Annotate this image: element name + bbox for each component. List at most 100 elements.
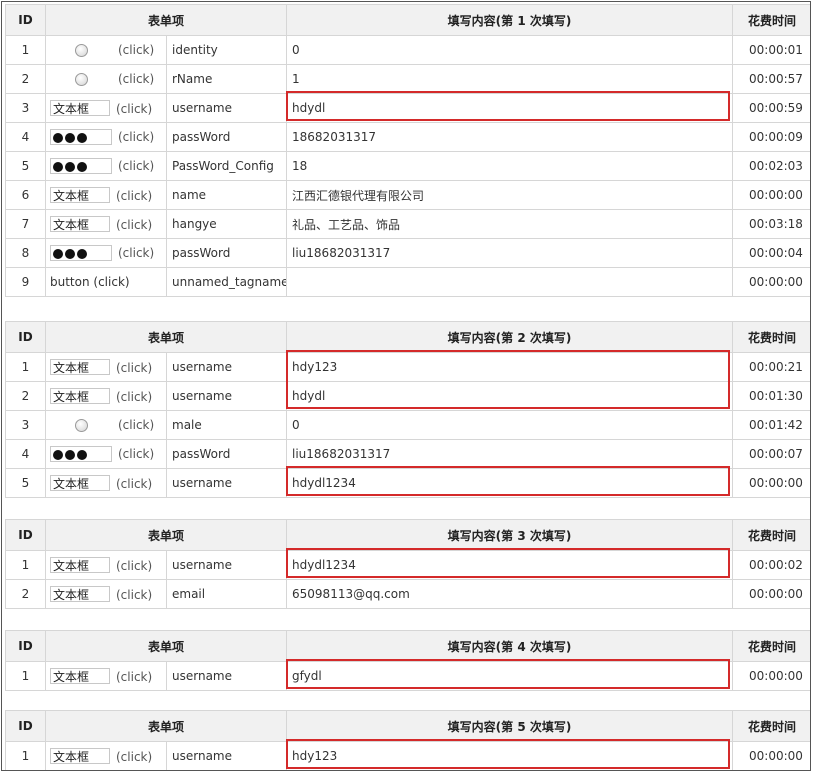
control-cell: 文本框 (click) [45, 209, 167, 239]
table-header-row: ID 表单项 填写内容(第 3 次填写) 花费时间 [5, 519, 810, 551]
fill-value: liu18682031317 [286, 238, 734, 268]
control-cell: 文本框 (click) [45, 93, 167, 123]
table-row: 2 文本框 (click) email 65098113@qq.com 00:00:00 [5, 579, 810, 609]
password-field-preview[interactable] [50, 158, 112, 174]
click-label[interactable]: (click) [116, 477, 152, 491]
click-label[interactable]: (click) [118, 159, 154, 173]
radio-button-preview[interactable] [50, 72, 112, 86]
click-label[interactable]: (click) [116, 670, 152, 684]
radio-button-preview[interactable] [50, 418, 112, 432]
fill-value: hdy123 [286, 352, 734, 382]
time-spent: 00:00:02 [732, 550, 810, 580]
control-cell: 文本框 (click) [45, 550, 167, 580]
password-field-preview[interactable] [50, 446, 112, 462]
click-label[interactable]: (click) [116, 588, 152, 602]
textbox-preview[interactable]: 文本框 [50, 216, 110, 232]
button-click-label[interactable]: button (click) [50, 275, 130, 289]
click-label[interactable]: (click) [116, 189, 152, 203]
textbox-preview[interactable]: 文本框 [50, 557, 110, 573]
control-cell: (click) [45, 122, 167, 152]
row-id: 1 [5, 741, 46, 770]
fill-value: hdydl [286, 381, 734, 411]
click-label[interactable]: (click) [116, 559, 152, 573]
password-field-preview[interactable] [50, 129, 112, 145]
fill-value: 0 [286, 35, 734, 65]
click-label[interactable]: (click) [116, 218, 152, 232]
control-cell: 文本框 (click) [45, 579, 167, 609]
textbox-preview[interactable]: 文本框 [50, 359, 110, 375]
table-row: 4 (click) passWord liu18682031317 00:00:07 [5, 439, 810, 469]
password-dot-icon [65, 449, 75, 460]
header-id: ID [5, 710, 46, 742]
field-name: name [165, 180, 288, 210]
textbox-preview[interactable]: 文本框 [50, 748, 110, 764]
radio-circle-icon [74, 73, 88, 86]
password-dot-icon [65, 161, 75, 172]
time-spent: 00:00:00 [732, 579, 810, 609]
textbox-preview[interactable]: 文本框 [50, 475, 110, 491]
textbox-preview[interactable]: 文本框 [50, 187, 110, 203]
click-label[interactable]: (click) [116, 390, 152, 404]
table-row: 5 (click) PassWord_Config 18 00:02:03 [5, 151, 810, 181]
field-name: identity [165, 35, 288, 65]
time-spent: 00:00:57 [732, 64, 810, 94]
control-cell: 文本框 (click) [45, 468, 167, 498]
radio-circle-icon [74, 44, 88, 57]
textbox-preview[interactable]: 文本框 [50, 388, 110, 404]
table-row: 2 文本框 (click) username hdydl 00:01:30 [5, 381, 810, 411]
control-cell: 文本框 (click) [45, 381, 167, 411]
click-label[interactable]: (click) [118, 418, 154, 432]
time-spent: 00:00:00 [732, 661, 810, 691]
password-dot-icon [65, 248, 75, 259]
password-field-preview[interactable] [50, 245, 112, 261]
click-label[interactable]: (click) [118, 43, 154, 57]
click-label[interactable]: (click) [118, 447, 154, 461]
field-name: hangye [165, 209, 288, 239]
header-id: ID [5, 4, 46, 36]
time-spent: 00:01:30 [732, 381, 810, 411]
row-id: 2 [5, 381, 46, 411]
click-label[interactable]: (click) [118, 246, 154, 260]
table-row: 4 (click) passWord 18682031317 00:00:09 [5, 122, 810, 152]
click-label[interactable]: (click) [118, 72, 154, 86]
password-dot-icon [77, 449, 87, 460]
row-id: 1 [5, 35, 46, 65]
time-spent: 00:00:00 [732, 468, 810, 498]
field-name: male [165, 410, 288, 440]
field-name: passWord [165, 439, 288, 469]
time-spent: 00:00:01 [732, 35, 810, 65]
table-row: 6 文本框 (click) name 江西汇德银代理有限公司 00:00:00 [5, 180, 810, 210]
header-fill-content: 填写内容(第 1 次填写) [286, 4, 734, 36]
row-id: 6 [5, 180, 46, 210]
textbox-preview[interactable]: 文本框 [50, 100, 110, 116]
control-cell: (click) [45, 64, 167, 94]
time-spent: 00:00:04 [732, 238, 810, 268]
click-label[interactable]: (click) [116, 750, 152, 764]
textbox-preview[interactable]: 文本框 [50, 668, 110, 684]
click-label[interactable]: (click) [118, 130, 154, 144]
password-dot-icon [53, 449, 63, 460]
header-time-spent: 花费时间 [732, 519, 810, 551]
radio-button-preview[interactable] [50, 43, 112, 57]
time-spent: 00:00:09 [732, 122, 810, 152]
header-time-spent: 花费时间 [732, 630, 810, 662]
textbox-preview[interactable]: 文本框 [50, 586, 110, 602]
time-spent: 00:00:07 [732, 439, 810, 469]
field-name: username [165, 468, 288, 498]
header-form-item: 表单项 [44, 519, 288, 551]
header-time-spent: 花费时间 [732, 710, 810, 742]
click-label[interactable]: (click) [116, 102, 152, 116]
field-name: username [165, 550, 288, 580]
password-dot-icon [53, 132, 63, 143]
control-cell: 文本框 (click) [45, 741, 167, 770]
form-fill-table-5: ID 表单项 填写内容(第 5 次填写) 花费时间 1 文本框 (click) usernam… [5, 710, 810, 770]
control-cell: (click) [45, 151, 167, 181]
time-spent: 00:00:59 [732, 93, 810, 123]
row-id: 3 [5, 410, 46, 440]
password-dot-icon [53, 248, 63, 259]
row-id: 7 [5, 209, 46, 239]
header-id: ID [5, 519, 46, 551]
fill-value: hdydl [286, 93, 734, 123]
field-name: PassWord_Config [165, 151, 288, 181]
click-label[interactable]: (click) [116, 361, 152, 375]
